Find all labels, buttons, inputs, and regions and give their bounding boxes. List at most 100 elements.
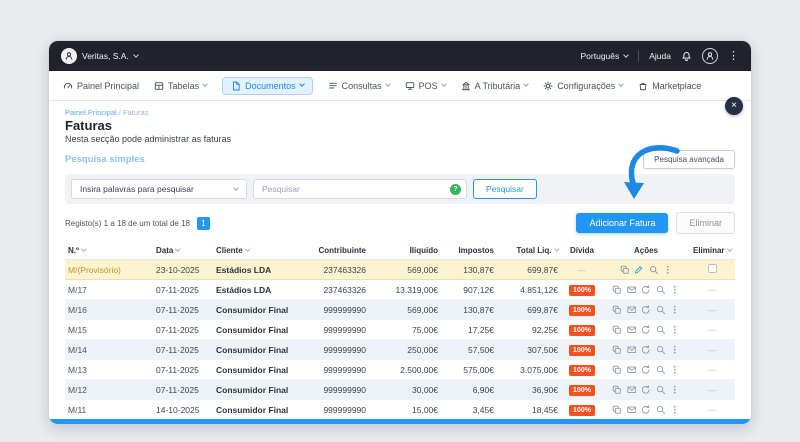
help-icon[interactable]: ? [450,184,461,195]
pagination-page-1[interactable]: 1 [197,217,210,230]
search-input[interactable]: Pesquisar ? [253,179,467,199]
delete-cell: — [689,325,735,335]
sync-icon[interactable] [641,345,651,355]
more-options-icon[interactable] [670,325,680,335]
row-actions [603,285,689,295]
sync-icon[interactable] [641,385,651,395]
notifications-bell-icon[interactable] [681,51,692,62]
table-row[interactable]: M/11 14-10-2025 Consumidor Final 9999999… [65,400,735,420]
table-row[interactable]: M/17 07-11-2025 Estádios LDA 237463326 1… [65,280,735,300]
table-row[interactable]: M/16 07-11-2025 Consumidor Final 9999999… [65,300,735,320]
copy-icon[interactable] [612,405,622,415]
search-icon[interactable] [656,285,666,295]
language-label: Português [581,51,620,61]
debt-badge: 100% [569,385,595,396]
table-row[interactable]: M/13 07-11-2025 Consumidor Final 9999999… [65,360,735,380]
more-options-icon[interactable] [670,305,680,315]
table-header: N.º Data Cliente Contribuinte Ilíquido I… [65,241,735,260]
copy-icon[interactable] [620,265,630,275]
column-header-eliminar[interactable]: Eliminar [689,246,735,255]
mail-icon[interactable] [627,325,637,335]
sync-icon[interactable] [641,305,651,315]
search-icon[interactable] [656,405,666,415]
help-button[interactable]: Ajuda [649,51,671,61]
add-invoice-button[interactable]: Adicionar Fatura [576,213,668,233]
table-row[interactable]: M/15 07-11-2025 Consumidor Final 9999999… [65,320,735,340]
search-field-select[interactable]: Insira palavras para pesquisar [71,179,247,199]
nav-item-consultas[interactable]: Consultas [328,81,390,91]
nav-item-pos[interactable]: POS [405,81,446,91]
mail-icon[interactable] [627,285,637,295]
overflow-menu-icon[interactable]: ⋮ [728,51,739,62]
delete-disabled-dash: — [708,325,717,335]
sync-icon[interactable] [641,325,651,335]
client-name: Consumidor Final [213,365,297,375]
column-header-acoes: Ações [603,246,689,255]
search-icon[interactable] [656,385,666,395]
column-header-cliente[interactable]: Cliente [213,246,297,255]
table-row[interactable]: M/(Provisório) 23-10-2025 Estádios LDA 2… [65,260,735,280]
more-options-icon[interactable] [670,285,680,295]
nav-item-tabelas[interactable]: Tabelas [154,81,207,91]
company-menu[interactable]: Veritas, S.A. [61,48,138,64]
user-avatar[interactable] [702,48,718,64]
mail-icon[interactable] [627,365,637,375]
total-amount: 699,87€ [497,305,561,315]
sync-icon[interactable] [641,285,651,295]
table-row[interactable]: M/14 07-11-2025 Consumidor Final 9999999… [65,340,735,360]
client-name: Consumidor Final [213,325,297,335]
document-icon [231,81,241,91]
column-header-iliquido: Ilíquido [369,246,441,255]
client-name: Consumidor Final [213,405,297,415]
invoices-table: N.º Data Cliente Contribuinte Ilíquido I… [65,241,735,420]
edit-icon[interactable] [634,265,644,275]
sync-icon[interactable] [641,405,651,415]
advanced-search-button[interactable]: Pesquisa avançada [643,150,735,169]
nav-item-painel-principal[interactable]: Painel Principal [63,81,139,91]
table-row[interactable]: M/12 07-11-2025 Consumidor Final 9999999… [65,380,735,400]
nav-item-marketplace[interactable]: Marketplace [638,81,701,91]
sync-icon[interactable] [641,365,651,375]
tax-amount: 57,50€ [441,345,497,355]
more-options-icon[interactable] [670,345,680,355]
delete-cell [689,264,735,275]
delete-checkbox[interactable] [708,264,717,273]
copy-icon[interactable] [612,325,622,335]
column-header-numero[interactable]: N.º [65,246,153,255]
delete-cell: — [689,365,735,375]
language-menu[interactable]: Português [581,51,629,61]
nav-item-label: POS [419,81,438,91]
tax-id: 999999990 [297,365,369,375]
search-icon[interactable] [656,305,666,315]
app-window: Veritas, S.A. Português Ajuda ⋮ Painel [48,40,752,425]
nav-item-documentos[interactable]: Documentos [222,77,313,95]
close-tour-button[interactable]: × [725,97,743,115]
copy-icon[interactable] [612,345,622,355]
search-icon[interactable] [656,345,666,355]
search-icon[interactable] [656,365,666,375]
more-options-icon[interactable] [670,365,680,375]
nav-item-configuracoes[interactable]: Configurações [543,81,623,91]
more-options-icon[interactable] [670,405,680,415]
client-name: Consumidor Final [213,385,297,395]
search-button[interactable]: Pesquisar [473,179,537,199]
tax-id: 999999990 [297,405,369,415]
column-header-data[interactable]: Data [153,246,213,255]
search-icon[interactable] [656,325,666,335]
mail-icon[interactable] [627,345,637,355]
search-icon[interactable] [649,265,659,275]
column-header-total-liq[interactable]: Total Liq. [497,246,561,255]
copy-icon[interactable] [612,385,622,395]
copy-icon[interactable] [612,305,622,315]
mail-icon[interactable] [627,385,637,395]
breadcrumb: Painel Principal / Faturas [65,108,735,117]
more-options-icon[interactable] [670,385,680,395]
breadcrumb-parent[interactable]: Painel Principal [65,108,117,117]
delete-button[interactable]: Eliminar [676,212,735,234]
copy-icon[interactable] [612,365,622,375]
mail-icon[interactable] [627,405,637,415]
nav-item-a-tributaria[interactable]: A Tributária [461,81,529,91]
mail-icon[interactable] [627,305,637,315]
more-options-icon[interactable] [663,265,673,275]
copy-icon[interactable] [612,285,622,295]
